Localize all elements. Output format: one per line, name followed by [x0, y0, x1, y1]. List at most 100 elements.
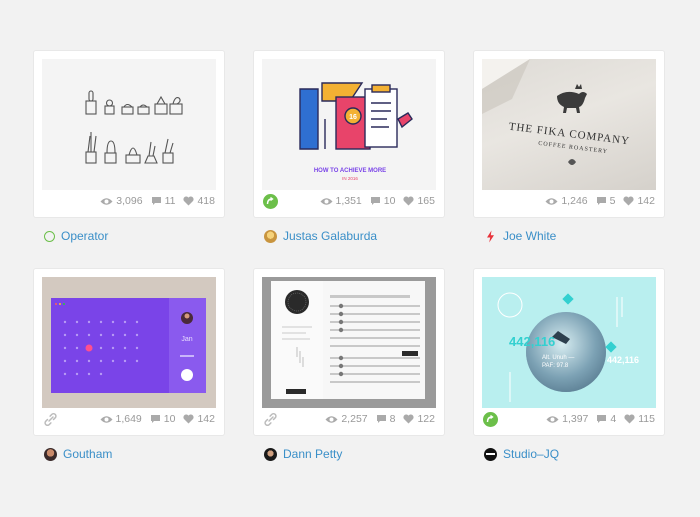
views-stat: 1,649	[100, 413, 142, 425]
shot-thumbnail[interactable]: 16 HOW TO ACHIEVE MORE IN 2016	[262, 59, 436, 190]
likes-stat[interactable]: 142	[623, 195, 655, 207]
comment-icon	[596, 197, 606, 205]
big-number: 442,116	[509, 334, 555, 349]
eye-icon	[546, 415, 559, 423]
heart-icon	[624, 414, 635, 424]
author-link[interactable]: Studio–JQ	[484, 447, 559, 461]
shot-thumbnail[interactable]	[262, 277, 436, 408]
author-link[interactable]: Operator	[44, 229, 108, 243]
comment-icon	[376, 415, 386, 423]
badge-number: 16	[349, 114, 357, 121]
comment-icon	[597, 415, 607, 423]
data-viz-illustration: 442,116 Alt. Unuh — PAF: 97.8 442,116	[482, 277, 656, 408]
logo-title: THE FIKA COMPANY	[508, 121, 631, 148]
heart-icon	[183, 414, 195, 424]
stat-subtext: PAF: 97.8	[542, 363, 569, 369]
author-link[interactable]: Joe White	[484, 229, 556, 243]
avatar	[44, 447, 57, 461]
comments-stat[interactable]: 8	[376, 413, 395, 425]
stat-label: Alt. Unuh —	[542, 355, 574, 361]
heart-icon	[183, 196, 195, 206]
eye-icon	[320, 197, 332, 205]
comments-count: 4	[610, 413, 617, 425]
shot-thumbnail[interactable]	[42, 59, 216, 190]
comments-count: 10	[383, 195, 396, 207]
rebound-icon[interactable]	[483, 412, 498, 427]
attachment-icon[interactable]	[263, 412, 278, 427]
views-stat: 1,246	[545, 195, 588, 207]
avatar	[44, 230, 55, 242]
likes-stat[interactable]: 122	[403, 413, 435, 425]
dashboard-ui-illustration	[262, 277, 436, 408]
shot-stats: 1,649 10 142	[100, 412, 215, 426]
author-link[interactable]: Justas Galaburda	[264, 229, 377, 243]
likes-stat[interactable]: 115	[624, 413, 655, 425]
comments-stat[interactable]: 10	[370, 195, 396, 207]
eye-icon	[100, 415, 112, 423]
shot-stats: 1,397 4 115	[546, 412, 655, 426]
likes-stat[interactable]: 418	[183, 195, 215, 207]
likes-count: 115	[638, 413, 655, 425]
likes-stat[interactable]: 165	[403, 195, 435, 207]
fika-logo-photo: THE FIKA COMPANY COFFEE ROASTERY	[482, 59, 631, 165]
shot-thumbnail[interactable]: THE FIKA COMPANY COFFEE ROASTERY	[482, 59, 656, 190]
attachment-icon[interactable]	[43, 412, 58, 427]
views-stat: 3,096	[100, 195, 143, 207]
views-count: 1,246	[561, 195, 588, 207]
heart-icon	[403, 414, 415, 424]
avatar	[484, 230, 497, 243]
shot-stats: 2,257 8 122	[325, 412, 435, 426]
big-number-small: 442,116	[607, 355, 639, 365]
author-name: Studio–JQ	[503, 447, 560, 461]
likes-count: 142	[197, 413, 215, 425]
eye-icon	[100, 197, 113, 205]
shot-card: 16 HOW TO ACHIEVE MORE IN 2016 1,351 10 …	[254, 51, 444, 217]
likes-stat[interactable]: 142	[183, 413, 215, 425]
shot-stats: 3,096 11 418	[100, 194, 215, 208]
plants-illustration	[85, 90, 183, 164]
shots-grid: 3,096 11 418 Operator 16 HOW TO ACHIEVE …	[0, 0, 700, 517]
calendar-month: Jan	[181, 336, 192, 343]
views-count: 1,397	[562, 413, 589, 425]
shot-card: THE FIKA COMPANY COFFEE ROASTERY 1,246 5…	[474, 51, 664, 217]
comments-stat[interactable]: 10	[150, 413, 176, 425]
author-name: Joe White	[503, 229, 557, 243]
likes-count: 418	[197, 195, 215, 207]
avatar	[264, 229, 277, 243]
views-count: 1,649	[115, 413, 142, 425]
notebook-illustration: 16 HOW TO ACHIEVE MORE IN 2016	[299, 82, 413, 181]
author-link[interactable]: Dann Petty	[264, 447, 342, 461]
author-name: Operator	[61, 229, 109, 243]
comments-stat[interactable]: 4	[596, 413, 616, 425]
comments-count: 11	[164, 195, 176, 207]
calendar-ui-illustration: Jan	[51, 298, 206, 393]
views-count: 1,351	[335, 195, 362, 207]
heart-icon	[403, 196, 415, 206]
comments-stat[interactable]: 11	[151, 195, 176, 207]
likes-count: 142	[637, 195, 655, 207]
likes-count: 165	[417, 195, 435, 207]
shot-thumbnail[interactable]: 442,116 Alt. Unuh — PAF: 97.8 442,116	[482, 277, 656, 408]
shot-card: Jan 1,649 10 142	[34, 269, 224, 435]
author-name: Goutham	[63, 447, 113, 461]
shot-stats: 1,351 10 165	[320, 194, 435, 208]
avatar	[264, 447, 277, 461]
likes-count: 122	[417, 413, 435, 425]
shot-stats: 1,246 5 142	[545, 194, 655, 208]
shot-card: 442,116 Alt. Unuh — PAF: 97.8 442,116 1,…	[474, 269, 664, 435]
author-name: Justas Galaburda	[283, 229, 378, 243]
shot-card: 3,096 11 418	[34, 51, 224, 217]
views-count: 2,257	[341, 413, 368, 425]
author-link[interactable]: Goutham	[44, 447, 112, 461]
comments-count: 10	[163, 413, 176, 425]
views-stat: 1,397	[546, 413, 588, 425]
eye-icon	[545, 197, 558, 205]
shot-thumbnail[interactable]: Jan	[42, 277, 216, 408]
comment-icon	[370, 197, 380, 205]
shot-card: 2,257 8 122	[254, 269, 444, 435]
views-stat: 1,351	[320, 195, 362, 207]
rebound-icon[interactable]	[263, 194, 278, 209]
comments-stat[interactable]: 5	[596, 195, 616, 207]
author-name: Dann Petty	[283, 447, 343, 461]
comments-count: 5	[609, 195, 616, 207]
